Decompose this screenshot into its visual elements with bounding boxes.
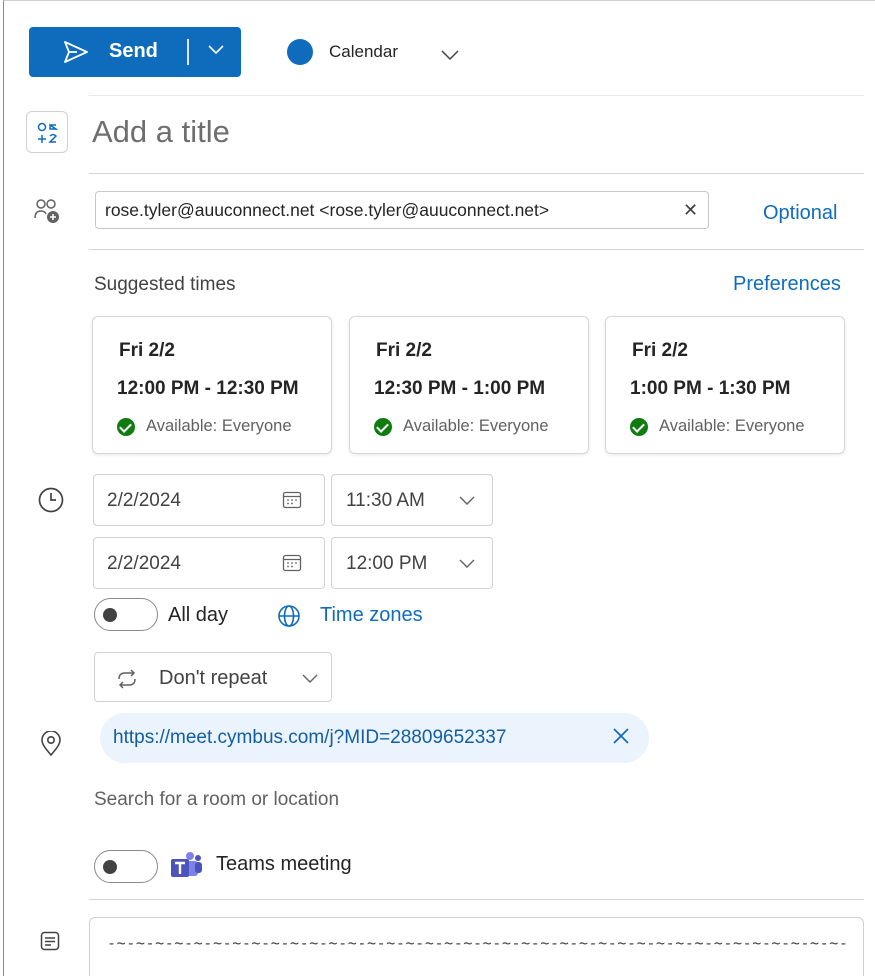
start-date-field[interactable]: 2/2/2024 [93,474,325,526]
categorize-icon [37,122,59,143]
calendar-icon[interactable] [282,553,302,573]
suggested-date: Fri 2/2 [632,340,688,361]
check-circle-icon [374,417,392,436]
remove-attendee-icon[interactable]: ✕ [683,200,698,221]
suggested-time-range: 12:30 PM - 1:00 PM [374,378,546,399]
availability: Available: Everyone [630,417,805,436]
location-pin-icon [41,731,61,757]
teams-meeting-label: Teams meeting [216,853,352,875]
toggle-knob [103,608,117,622]
toolbar-divider [89,95,864,96]
check-circle-icon [117,417,135,436]
divider [89,899,864,900]
time-zones-link[interactable]: Time zones [320,604,423,627]
suggested-time-card[interactable]: Fri 2/2 12:30 PM - 1:00 PM Available: Ev… [349,316,589,454]
suggested-time-range: 1:00 PM - 1:30 PM [630,378,791,399]
suggested-date: Fri 2/2 [119,340,175,361]
availability-text: Available: Everyone [659,417,805,435]
preferences-link[interactable]: Preferences [733,273,841,296]
end-date-value: 2/2/2024 [107,553,181,574]
event-body-editor[interactable]: -~-~-~-~-~-~-~-~-~-~-~-~-~-~-~-~-~-~-~-~… [89,917,864,976]
send-button[interactable]: Send [29,27,241,77]
remove-location-icon[interactable] [611,726,631,746]
availability-text: Available: Everyone [146,417,292,435]
availability: Available: Everyone [374,417,549,436]
start-date-value: 2/2/2024 [107,490,181,511]
globe-icon [278,605,300,627]
notes-icon [40,931,60,951]
repeat-label: Don't repeat [159,667,268,689]
chevron-down-icon [459,496,475,505]
repeat-dropdown[interactable]: Don't repeat [94,652,332,702]
suggested-time-card[interactable]: Fri 2/2 12:00 PM - 12:30 PM Available: E… [92,316,332,454]
meeting-link[interactable]: https://meet.cymbus.com/j?MID=2880965233… [113,727,506,749]
clock-icon [38,487,64,513]
chevron-down-icon [302,674,318,683]
attendee-chip[interactable]: rose.tyler@auuconnect.net <rose.tyler@au… [95,191,709,229]
end-date-field[interactable]: 2/2/2024 [93,537,325,589]
availability-text: Available: Everyone [403,417,549,435]
teams-meeting-toggle[interactable] [94,850,158,883]
optional-attendees-link[interactable]: Optional [763,202,838,225]
divider [89,249,864,250]
calendar-icon[interactable] [282,490,302,510]
divider [89,173,864,174]
start-time-value: 11:30 AM [346,490,425,511]
event-compose-panel: Send Calendar Add a title rose.tyler@auu… [3,0,875,976]
send-icon [64,41,88,63]
location-search-input[interactable]: Search for a room or location [94,789,339,811]
location-chip[interactable]: https://meet.cymbus.com/j?MID=2880965233… [100,713,649,763]
toggle-knob [103,860,117,874]
chevron-down-icon[interactable] [207,43,225,55]
chevron-down-icon [459,559,475,568]
end-time-dropdown[interactable]: 12:00 PM [331,537,493,589]
end-time-value: 12:00 PM [346,553,428,574]
attendee-email: rose.tyler@auuconnect.net <rose.tyler@au… [105,200,550,220]
event-category-button[interactable] [26,111,68,153]
teams-icon [171,852,202,877]
suggested-times-heading: Suggested times [94,274,236,295]
calendar-color-dot [287,39,313,65]
start-time-dropdown[interactable]: 11:30 AM [331,474,493,526]
all-day-toggle[interactable] [94,598,158,631]
check-circle-icon [630,417,648,436]
chevron-down-icon[interactable] [440,49,460,61]
calendar-selector-label[interactable]: Calendar [329,42,398,62]
event-title-input[interactable]: Add a title [92,114,230,150]
send-divider [187,39,189,65]
availability: Available: Everyone [117,417,292,436]
suggested-time-card[interactable]: Fri 2/2 1:00 PM - 1:30 PM Available: Eve… [605,316,845,454]
suggested-date: Fri 2/2 [376,340,432,361]
suggested-time-range: 12:00 PM - 12:30 PM [117,378,299,399]
repeat-icon [118,669,136,689]
all-day-label: All day [168,604,229,626]
add-people-icon [34,199,59,223]
signature-line: -~-~-~-~-~-~-~-~-~-~-~-~-~-~-~-~-~-~-~-~… [107,934,849,952]
send-label: Send [109,40,158,62]
